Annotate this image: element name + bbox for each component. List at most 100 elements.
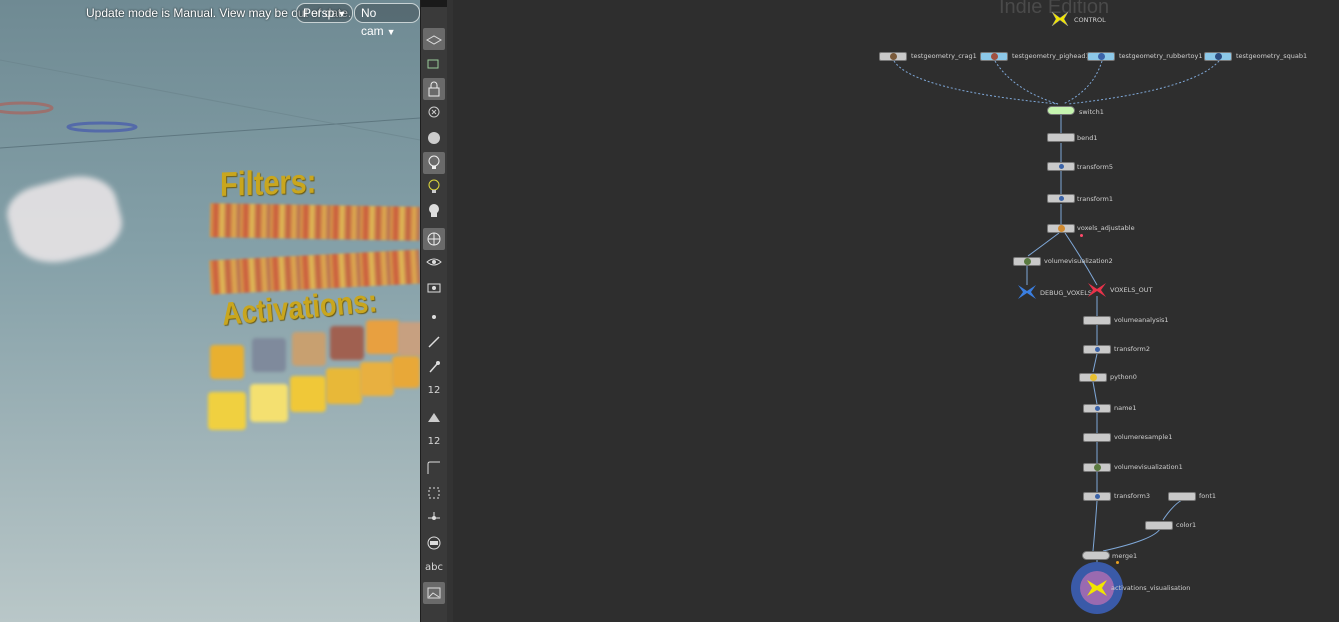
null-node-debug-voxels[interactable] [1016,283,1036,299]
node-testgeometry-rubbertoy1[interactable] [1087,52,1115,61]
node-label-squab: testgeometry_squab1 [1236,52,1308,60]
viewport-toolbar: 12 12 abc [420,0,448,622]
handles-button[interactable] [423,507,445,529]
node-switch1[interactable] [1047,106,1075,115]
globe-icon [427,232,441,246]
primitive-numbers-button[interactable]: 12 [423,431,445,453]
persp-menu[interactable]: Persp ▼ [296,3,354,23]
node-transform3[interactable] [1083,492,1111,501]
volume-icon [1094,464,1101,471]
camera-button[interactable] [423,276,445,298]
node-label-volumeresample1: volumeresample1 [1114,433,1173,441]
network-editor[interactable]: Indie Edition CONTROL testgeometry_crag1… [453,0,1339,622]
filters-label: Filters: [220,162,317,204]
transform-icon [1059,164,1064,169]
camera-menu[interactable]: No cam ▼ [354,3,420,38]
activation-cube [326,368,362,404]
points-display-button[interactable] [423,306,445,328]
background-button[interactable] [423,532,445,554]
node-label-activations-visualisation: activations_visualisation [1111,584,1191,592]
headlight-button[interactable] [423,152,445,174]
activation-cube [398,322,420,356]
name-icon [1095,406,1100,411]
vertex-normals-button[interactable] [423,356,445,378]
node-python0[interactable] [1079,373,1107,382]
toolbar-header [421,0,447,7]
node-testgeometry-pighead1[interactable] [980,52,1008,61]
pin-icon [429,361,440,373]
sphere-icon [428,132,440,144]
node-label-transform1: transform1 [1077,195,1114,203]
activation-cube [366,320,400,354]
camera-icon [427,283,441,293]
node-testgeometry-crag1[interactable] [879,52,907,61]
chevron-down-icon: ▼ [386,27,396,37]
image-icon [427,587,441,599]
scene-viewport[interactable]: Update mode is Manual. View may be out o… [0,0,420,622]
close-view-button[interactable] [423,102,445,124]
node-volumeresample1[interactable] [1083,433,1111,442]
lightbulb-icon [428,155,440,169]
node-label-python0: python0 [1110,373,1137,381]
lock-camera-button[interactable] [423,78,445,100]
profile-curves-button[interactable] [423,457,445,479]
normals-display-button[interactable] [423,331,445,353]
point-numbers-label: 12 [427,385,441,396]
curve-icon [427,461,440,474]
ghost-button[interactable] [423,200,445,222]
prism-icon [428,413,440,422]
node-transform1[interactable] [1047,194,1075,203]
node-label-voxels-adjustable: voxels_adjustable [1077,224,1135,232]
normal-icon [428,336,440,348]
node-bend1[interactable] [1047,133,1075,142]
shading-button[interactable] [423,127,445,149]
display-options-button[interactable] [423,28,445,50]
text-display-button[interactable]: abc [423,557,445,579]
activation-cube [392,356,420,388]
activation-cube [252,338,286,372]
node-volumevisualization1[interactable] [1083,463,1111,472]
node-name1[interactable] [1083,404,1111,413]
persp-menu-label: Persp [303,6,335,20]
node-merge1[interactable] [1082,551,1110,560]
snapshot-button[interactable] [423,53,445,75]
rubbertoy-icon [1098,53,1105,60]
activation-cube [292,332,326,366]
node-transform5[interactable] [1047,162,1075,171]
node-label-transform5: transform5 [1077,163,1114,171]
node-label-transform2: transform2 [1114,345,1151,353]
null-node-control[interactable] [1050,10,1070,26]
text-display-label: abc [425,562,443,573]
node-label-bend1: bend1 [1077,134,1098,142]
node-transform2[interactable] [1083,345,1111,354]
image-background-button[interactable] [423,582,445,604]
visualizers-button[interactable] [423,228,445,250]
view-eye-button[interactable] [423,251,445,273]
node-font1[interactable] [1168,492,1196,501]
activation-cube [360,362,394,396]
snapshot-icon [427,59,439,69]
node-label-transform3: transform3 [1114,492,1151,500]
filter-row [209,203,420,241]
primitive-display-button[interactable] [423,406,445,428]
layers-icon [425,35,443,45]
transform-icon [1095,494,1100,499]
node-volumevisualization2[interactable] [1013,257,1041,266]
node-color1[interactable] [1145,521,1173,530]
node-label-name1: name1 [1114,404,1137,412]
node-voxels-adjustable[interactable] [1047,224,1075,233]
breakpoints-button[interactable] [423,482,445,504]
node-label-volumevisualization2: volumevisualization2 [1044,257,1113,265]
transform-icon [1059,196,1064,201]
node-testgeometry-squab1[interactable] [1204,52,1232,61]
eye-icon [426,258,442,266]
null-node-voxels-out[interactable] [1086,281,1106,297]
activation-cube [208,392,246,430]
node-label-color1: color1 [1176,521,1197,529]
node-volumeanalysis1[interactable] [1083,316,1111,325]
skull-icon [429,204,439,217]
background-icon [427,536,441,550]
point-numbers-button[interactable]: 12 [423,380,445,402]
node-label-font1: font1 [1199,492,1217,500]
lighting-button[interactable] [423,176,445,198]
